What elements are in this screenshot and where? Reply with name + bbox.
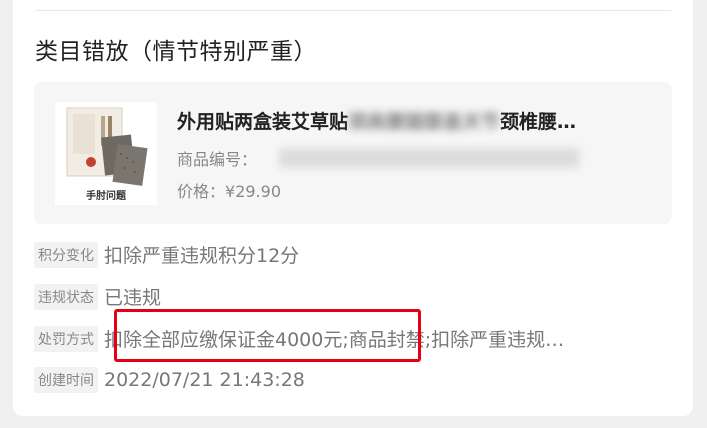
detail-label: 处罚方式 [34,325,98,352]
thumbnail-caption: 手肘问题 [86,191,126,202]
detail-row-status: 违规状态 已违规 [34,283,161,311]
violation-card: 类目错放（情节特别严重） 手肘问题 外用贴两盒装艾草贴颈肩腰腿膝盖关节颈椎腰… … [13,0,693,416]
detail-row-points: 积分变化 扣除严重违规积分12分 [34,241,299,269]
detail-label: 创建时间 [34,367,98,393]
violation-type-title: 类目错放（情节特别严重） [35,39,317,65]
price-value: ¥29.90 [225,182,281,201]
product-price-row: 价格：¥29.90 [177,178,281,202]
product-card[interactable]: 手肘问题 外用贴两盒装艾草贴颈肩腰腿膝盖关节颈椎腰… 商品编号： 价格：¥29.… [34,82,672,224]
price-label: 价格： [177,182,226,201]
detail-value: 已违规 [104,287,162,309]
detail-row-created: 创建时间 2022/07/21 21:43:28 [34,367,305,395]
product-thumbnail: 手肘问题 [55,102,157,205]
redacted-product-code [279,148,579,168]
product-code-label: 商品编号： [177,150,258,169]
annotation-highlight-box [114,309,421,362]
divider [35,10,671,11]
product-name[interactable]: 外用贴两盒装艾草贴颈肩腰腿膝盖关节颈椎腰… [177,107,657,134]
detail-value: 扣除严重违规积分12分 [104,245,300,267]
product-code-row: 商品编号： [177,146,257,170]
product-name-prefix: 外用贴两盒装艾草贴 [177,111,349,133]
product-name-suffix: 颈椎腰… [500,111,577,133]
detail-label: 违规状态 [34,283,98,310]
detail-label: 积分变化 [34,241,98,268]
detail-value: 2022/07/21 21:43:28 [104,369,305,391]
product-name-redacted: 颈肩腰腿膝盖关节 [348,111,501,133]
